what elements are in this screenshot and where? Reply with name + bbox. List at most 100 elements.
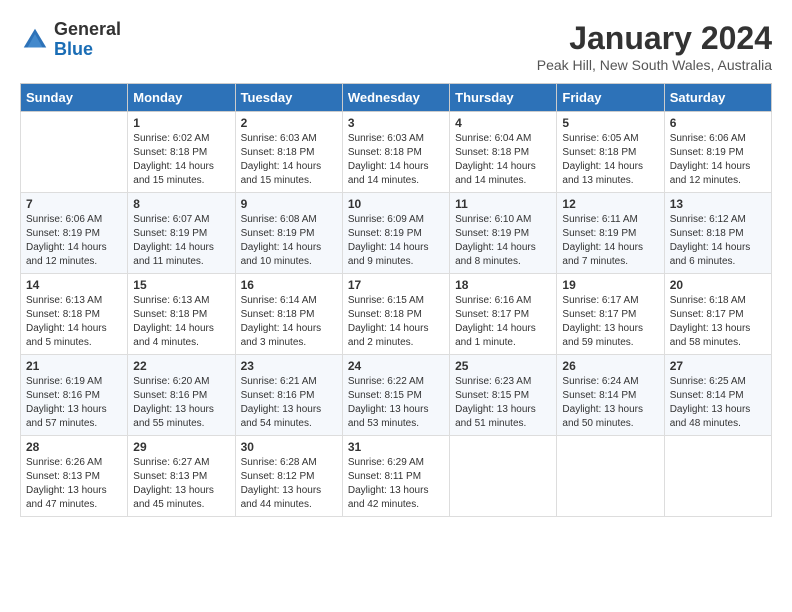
day-number: 9 [241,197,337,211]
weekday-header-saturday: Saturday [664,84,771,112]
calendar-cell: 16Sunrise: 6:14 AM Sunset: 8:18 PM Dayli… [235,274,342,355]
day-number: 7 [26,197,122,211]
logo: General Blue [20,20,121,60]
day-info: Sunrise: 6:13 AM Sunset: 8:18 PM Dayligh… [26,294,122,350]
calendar-cell: 3 Sunrise: 6:03 AM Sunset: 8:18 PM Daylig… [342,112,449,193]
day-info: Sunrise: 6:09 AM Sunset: 8:19 PM Dayligh… [348,213,444,269]
day-number: 1 [133,116,229,130]
day-info: Sunrise: 6:10 AM Sunset: 8:19 PM Dayligh… [455,213,551,269]
day-number: 18 [455,278,551,292]
weekday-header-tuesday: Tuesday [235,84,342,112]
day-info: Sunrise: 6:06 AM Sunset: 8:19 PM Dayligh… [26,213,122,269]
day-number: 25 [455,359,551,373]
weekday-header-thursday: Thursday [450,84,557,112]
day-number: 14 [26,278,122,292]
calendar-cell: 24Sunrise: 6:22 AM Sunset: 8:15 PM Dayli… [342,355,449,436]
day-number: 2 [241,116,337,130]
week-row-3: 14 Sunrise: 6:13 AM Sunset: 8:18 PM Dayli… [21,274,772,355]
day-number: 19 [562,278,658,292]
day-number: 31 [348,440,444,454]
day-number: 27 [670,359,766,373]
day-info: Sunrise: 6:24 AM Sunset: 8:14 PM Dayligh… [562,375,658,431]
calendar-cell: 20Sunrise: 6:18 AM Sunset: 8:17 PM Dayli… [664,274,771,355]
calendar-cell: 5Sunrise: 6:05 AM Sunset: 8:18 PM Daylig… [557,112,664,193]
weekday-row: SundayMondayTuesdayWednesdayThursdayFrid… [21,84,772,112]
calendar-cell [557,436,664,517]
calendar-cell: 8Sunrise: 6:07 AM Sunset: 8:19 PM Daylig… [128,193,235,274]
calendar-cell: 15 Sunrise: 6:13 AM Sunset: 8:18 PM Dayli… [128,274,235,355]
day-number: 21 [26,359,122,373]
logo-text: General Blue [54,20,121,60]
calendar-cell: 11 Sunrise: 6:10 AM Sunset: 8:19 PM Dayli… [450,193,557,274]
calendar-cell: 17 Sunrise: 6:15 AM Sunset: 8:18 PM Dayli… [342,274,449,355]
day-info: Sunrise: 6:17 AM Sunset: 8:17 PM Dayligh… [562,294,658,350]
day-number: 26 [562,359,658,373]
day-number: 22 [133,359,229,373]
day-number: 29 [133,440,229,454]
calendar-cell [450,436,557,517]
day-info: Sunrise: 6:28 AM Sunset: 8:12 PM Dayligh… [241,456,337,512]
calendar-cell: 30 Sunrise: 6:28 AM Sunset: 8:12 PM Dayli… [235,436,342,517]
calendar-body: 1 Sunrise: 6:02 AM Sunset: 8:18 PM Daylig… [21,112,772,517]
day-info: Sunrise: 6:18 AM Sunset: 8:17 PM Dayligh… [670,294,766,350]
calendar-table: SundayMondayTuesdayWednesdayThursdayFrid… [20,83,772,517]
week-row-4: 21 Sunrise: 6:19 AM Sunset: 8:16 PM Dayli… [21,355,772,436]
day-info: Sunrise: 6:13 AM Sunset: 8:18 PM Dayligh… [133,294,229,350]
week-row-1: 1 Sunrise: 6:02 AM Sunset: 8:18 PM Daylig… [21,112,772,193]
day-number: 23 [241,359,337,373]
calendar-cell: 21 Sunrise: 6:19 AM Sunset: 8:16 PM Dayli… [21,355,128,436]
calendar-cell: 23 Sunrise: 6:21 AM Sunset: 8:16 PM Dayli… [235,355,342,436]
calendar-cell: 29 Sunrise: 6:27 AM Sunset: 8:13 PM Dayli… [128,436,235,517]
day-number: 11 [455,197,551,211]
calendar-cell: 6 Sunrise: 6:06 AM Sunset: 8:19 PM Daylig… [664,112,771,193]
calendar-cell: 1 Sunrise: 6:02 AM Sunset: 8:18 PM Daylig… [128,112,235,193]
weekday-header-wednesday: Wednesday [342,84,449,112]
day-info: Sunrise: 6:07 AM Sunset: 8:19 PM Dayligh… [133,213,229,269]
day-info: Sunrise: 6:04 AM Sunset: 8:18 PM Dayligh… [455,132,551,188]
calendar-cell: 26 Sunrise: 6:24 AM Sunset: 8:14 PM Dayli… [557,355,664,436]
calendar-cell: 25 Sunrise: 6:23 AM Sunset: 8:15 PM Dayli… [450,355,557,436]
day-info: Sunrise: 6:23 AM Sunset: 8:15 PM Dayligh… [455,375,551,431]
location-subtitle: Peak Hill, New South Wales, Australia [537,57,772,73]
day-info: Sunrise: 6:08 AM Sunset: 8:19 PM Dayligh… [241,213,337,269]
week-row-5: 28Sunrise: 6:26 AM Sunset: 8:13 PM Dayli… [21,436,772,517]
day-info: Sunrise: 6:15 AM Sunset: 8:18 PM Dayligh… [348,294,444,350]
day-number: 3 [348,116,444,130]
day-info: Sunrise: 6:27 AM Sunset: 8:13 PM Dayligh… [133,456,229,512]
day-number: 13 [670,197,766,211]
day-number: 28 [26,440,122,454]
day-number: 15 [133,278,229,292]
calendar-cell: 28Sunrise: 6:26 AM Sunset: 8:13 PM Dayli… [21,436,128,517]
day-number: 30 [241,440,337,454]
day-info: Sunrise: 6:22 AM Sunset: 8:15 PM Dayligh… [348,375,444,431]
day-info: Sunrise: 6:02 AM Sunset: 8:18 PM Dayligh… [133,132,229,188]
day-info: Sunrise: 6:25 AM Sunset: 8:14 PM Dayligh… [670,375,766,431]
day-info: Sunrise: 6:03 AM Sunset: 8:18 PM Dayligh… [348,132,444,188]
day-info: Sunrise: 6:19 AM Sunset: 8:16 PM Dayligh… [26,375,122,431]
week-row-2: 7 Sunrise: 6:06 AM Sunset: 8:19 PM Daylig… [21,193,772,274]
calendar-cell [664,436,771,517]
calendar-header: SundayMondayTuesdayWednesdayThursdayFrid… [21,84,772,112]
title-block: January 2024 Peak Hill, New South Wales,… [537,20,772,73]
day-number: 6 [670,116,766,130]
weekday-header-sunday: Sunday [21,84,128,112]
day-info: Sunrise: 6:29 AM Sunset: 8:11 PM Dayligh… [348,456,444,512]
calendar-cell: 22 Sunrise: 6:20 AM Sunset: 8:16 PM Dayli… [128,355,235,436]
calendar-cell: 13 Sunrise: 6:12 AM Sunset: 8:18 PM Dayli… [664,193,771,274]
calendar-cell: 2 Sunrise: 6:03 AM Sunset: 8:18 PM Daylig… [235,112,342,193]
calendar-cell: 9 Sunrise: 6:08 AM Sunset: 8:19 PM Daylig… [235,193,342,274]
calendar-cell [21,112,128,193]
day-info: Sunrise: 6:06 AM Sunset: 8:19 PM Dayligh… [670,132,766,188]
calendar-cell: 7 Sunrise: 6:06 AM Sunset: 8:19 PM Daylig… [21,193,128,274]
calendar-cell: 18Sunrise: 6:16 AM Sunset: 8:17 PM Dayli… [450,274,557,355]
day-number: 17 [348,278,444,292]
day-number: 4 [455,116,551,130]
calendar-cell: 19 Sunrise: 6:17 AM Sunset: 8:17 PM Dayli… [557,274,664,355]
day-info: Sunrise: 6:20 AM Sunset: 8:16 PM Dayligh… [133,375,229,431]
page-header: General Blue January 2024 Peak Hill, New… [20,20,772,73]
day-info: Sunrise: 6:03 AM Sunset: 8:18 PM Dayligh… [241,132,337,188]
day-number: 12 [562,197,658,211]
calendar-cell: 4 Sunrise: 6:04 AM Sunset: 8:18 PM Daylig… [450,112,557,193]
day-info: Sunrise: 6:21 AM Sunset: 8:16 PM Dayligh… [241,375,337,431]
day-info: Sunrise: 6:12 AM Sunset: 8:18 PM Dayligh… [670,213,766,269]
